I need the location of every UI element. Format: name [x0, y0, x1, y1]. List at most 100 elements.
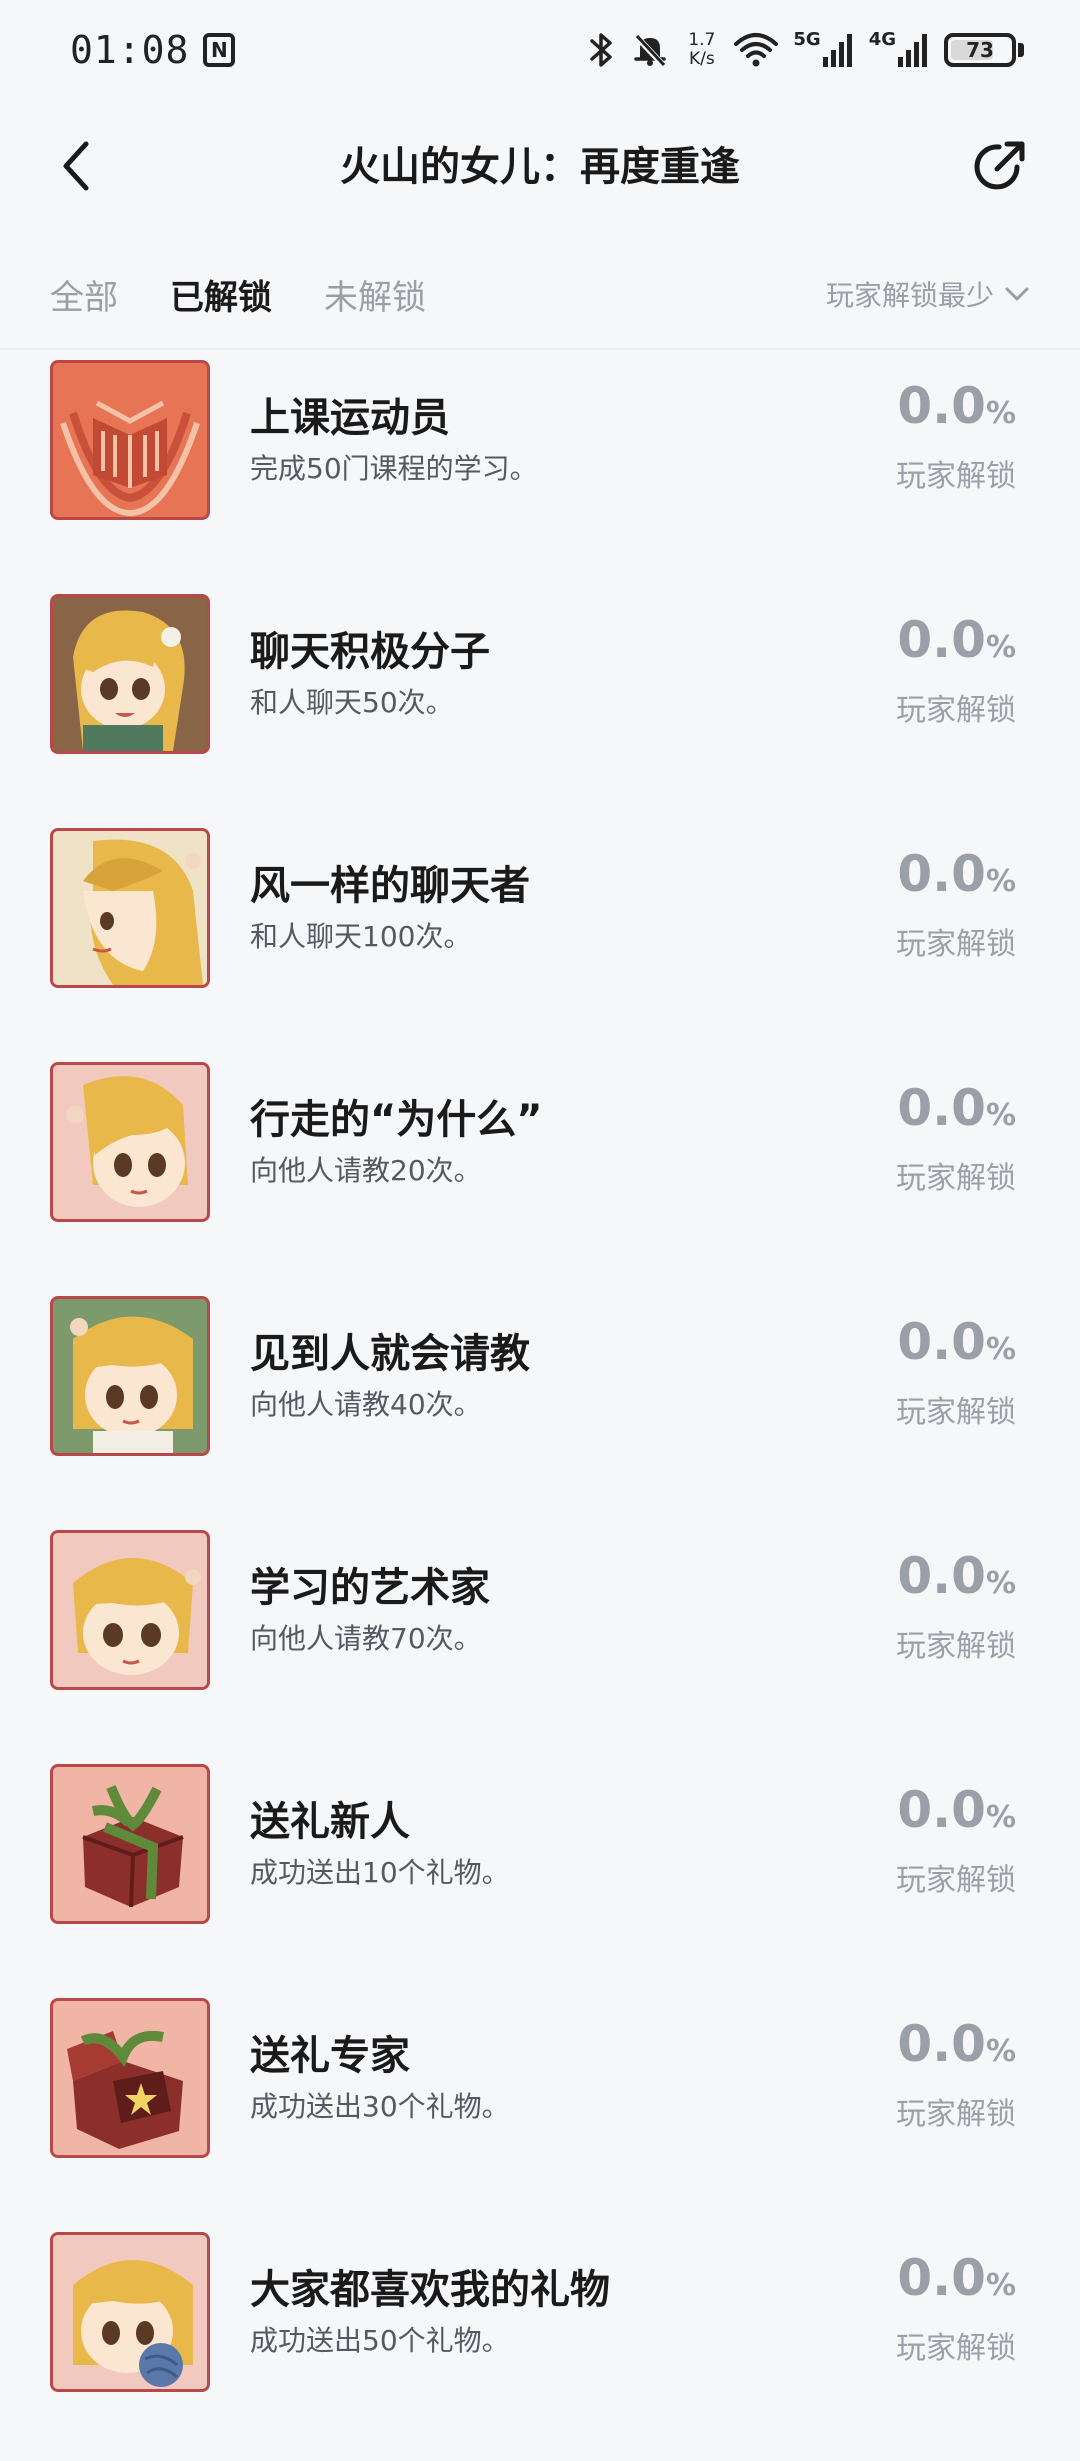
mute-bell-icon [634, 33, 667, 69]
achievement-item[interactable]: 送礼新人 成功送出10个礼物。 0.0% 玩家解锁 [0, 1759, 1080, 1993]
unlock-rate-label: 玩家解锁 [896, 1629, 1016, 1664]
network-4g-label: 4G [868, 29, 896, 50]
unlock-percent: 0.0% [897, 1547, 1016, 1605]
percent-value: 0.0 [897, 2015, 986, 2073]
achievement-desc: 成功送出10个礼物。 [250, 1856, 510, 1889]
sort-dropdown[interactable]: 玩家解锁最少 [826, 274, 1030, 314]
percent-sign: % [985, 396, 1016, 431]
achievement-item[interactable]: 学习的艺术家 向他人请教70次。 0.0% 玩家解锁 [0, 1525, 1080, 1759]
status-time: 01:08 [70, 28, 190, 72]
unlock-percent: 0.0% [897, 1313, 1016, 1371]
battery-group: 73 [944, 33, 1024, 67]
percent-value: 0.0 [897, 377, 986, 435]
bluetooth-icon [590, 33, 613, 67]
unlock-percent: 0.0% [897, 2249, 1016, 2307]
gift-box-icon [50, 1764, 210, 1924]
achievement-title: 聊天积极分子 [250, 629, 490, 675]
achievement-title: 学习的艺术家 [250, 1565, 490, 1611]
tab-locked[interactable]: 未解锁 [324, 270, 426, 319]
network-4g: 4G [869, 29, 930, 67]
unlock-percent: 0.0% [897, 611, 1016, 669]
achievement-desc: 向他人请教20次。 [250, 1154, 482, 1187]
speed-value: 1.7 [688, 30, 716, 50]
achievement-desc: 和人聊天100次。 [250, 920, 472, 953]
unlock-rate-label: 玩家解锁 [896, 1395, 1016, 1430]
girl-portrait-icon [50, 1530, 210, 1690]
tab-unlocked[interactable]: 已解锁 [170, 270, 272, 319]
achievement-item[interactable]: 见到人就会请教 向他人请教40次。 0.0% 玩家解锁 [0, 1291, 1080, 1525]
filter-tabs: 全部 已解锁 未解锁 玩家解锁最少 [0, 260, 1080, 350]
status-right: 1.7 K/s 5G 4G 73 [588, 29, 1024, 70]
achievement-title: 风一样的聊天者 [250, 863, 530, 909]
percent-value: 0.0 [897, 1079, 986, 1137]
percent-sign: % [985, 630, 1016, 665]
achievement-title: 上课运动员 [250, 395, 450, 441]
network-5g: 5G [793, 29, 854, 67]
percent-sign: % [985, 1566, 1016, 1601]
wifi-icon [734, 33, 779, 67]
unlock-rate-label: 玩家解锁 [896, 1161, 1016, 1196]
header: 火山的女儿：再度重逢 [0, 110, 1080, 230]
percent-value: 0.0 [897, 1781, 986, 1839]
achievement-title: 送礼新人 [250, 1799, 410, 1845]
percent-sign: % [985, 864, 1016, 899]
signal-icon [898, 34, 927, 67]
achievement-desc: 成功送出30个礼物。 [250, 2090, 510, 2123]
tab-all[interactable]: 全部 [50, 270, 118, 319]
page-title: 火山的女儿：再度重逢 [340, 144, 740, 190]
speed-unit: K/s [688, 49, 715, 69]
percent-sign: % [985, 1332, 1016, 1367]
signal-icon [822, 34, 852, 67]
unlock-percent: 0.0% [897, 1079, 1016, 1137]
network-speed: 1.7 K/s [688, 31, 715, 69]
achievement-desc: 成功送出50个礼物。 [250, 2324, 510, 2357]
achievement-desc: 向他人请教70次。 [250, 1622, 482, 1655]
girl-portrait-icon [50, 828, 210, 988]
status-bar: 01:08 N 1.7 K/s 5G 4G 73 [0, 0, 1080, 100]
percent-value: 0.0 [897, 1547, 986, 1605]
share-button[interactable] [964, 132, 1034, 202]
open-gift-icon [50, 1998, 210, 2158]
unlock-percent: 0.0% [897, 1781, 1016, 1839]
achievement-item[interactable]: 大家都喜欢我的礼物 成功送出50个礼物。 0.0% 玩家解锁 [0, 2227, 1080, 2461]
percent-value: 0.0 [897, 2249, 986, 2307]
percent-sign: % [985, 2268, 1016, 2303]
achievement-title: 大家都喜欢我的礼物 [250, 2267, 610, 2313]
unlock-percent: 0.0% [897, 2015, 1016, 2073]
unlock-rate-label: 玩家解锁 [896, 693, 1016, 728]
percent-value: 0.0 [897, 1313, 986, 1371]
unlock-rate-label: 玩家解锁 [896, 459, 1016, 494]
achievement-item[interactable]: 聊天积极分子 和人聊天50次。 0.0% 玩家解锁 [0, 589, 1080, 823]
achievement-desc: 向他人请教40次。 [250, 1388, 482, 1421]
percent-value: 0.0 [897, 845, 986, 903]
unlock-percent: 0.0% [897, 377, 1016, 435]
achievement-item[interactable]: 上课运动员 完成50门课程的学习。 0.0% 玩家解锁 [0, 355, 1080, 589]
status-left: 01:08 N [70, 28, 236, 72]
sort-label: 玩家解锁最少 [825, 279, 994, 312]
percent-sign: % [985, 1098, 1016, 1133]
network-5g-label: 5G [793, 29, 821, 50]
percent-sign: % [985, 1800, 1016, 1835]
achievement-desc: 和人聊天50次。 [250, 686, 454, 719]
percent-sign: % [985, 2034, 1016, 2069]
girl-portrait-icon [50, 1296, 210, 1456]
battery-level: 73 [966, 38, 994, 62]
percent-value: 0.0 [897, 611, 986, 669]
unlock-percent: 0.0% [897, 845, 1016, 903]
girl-portrait-icon [50, 594, 210, 754]
chevron-left-icon [63, 141, 89, 191]
achievement-item[interactable]: 行走的“为什么” 向他人请教20次。 0.0% 玩家解锁 [0, 1057, 1080, 1291]
share-icon [974, 141, 1025, 190]
unlock-rate-label: 玩家解锁 [896, 2331, 1016, 2366]
girl-portrait-icon [50, 2232, 210, 2392]
achievement-item[interactable]: 送礼专家 成功送出30个礼物。 0.0% 玩家解锁 [0, 1993, 1080, 2227]
achievement-desc: 完成50门课程的学习。 [250, 452, 538, 485]
back-button[interactable] [46, 136, 106, 196]
battery-icon: 73 [944, 33, 1016, 67]
battery-tip [1018, 43, 1024, 57]
achievement-title: 见到人就会请教 [250, 1331, 530, 1377]
unlock-rate-label: 玩家解锁 [896, 2097, 1016, 2132]
tabs-divider [0, 348, 1080, 350]
book-badge-icon [50, 360, 210, 520]
achievement-item[interactable]: 风一样的聊天者 和人聊天100次。 0.0% 玩家解锁 [0, 823, 1080, 1057]
